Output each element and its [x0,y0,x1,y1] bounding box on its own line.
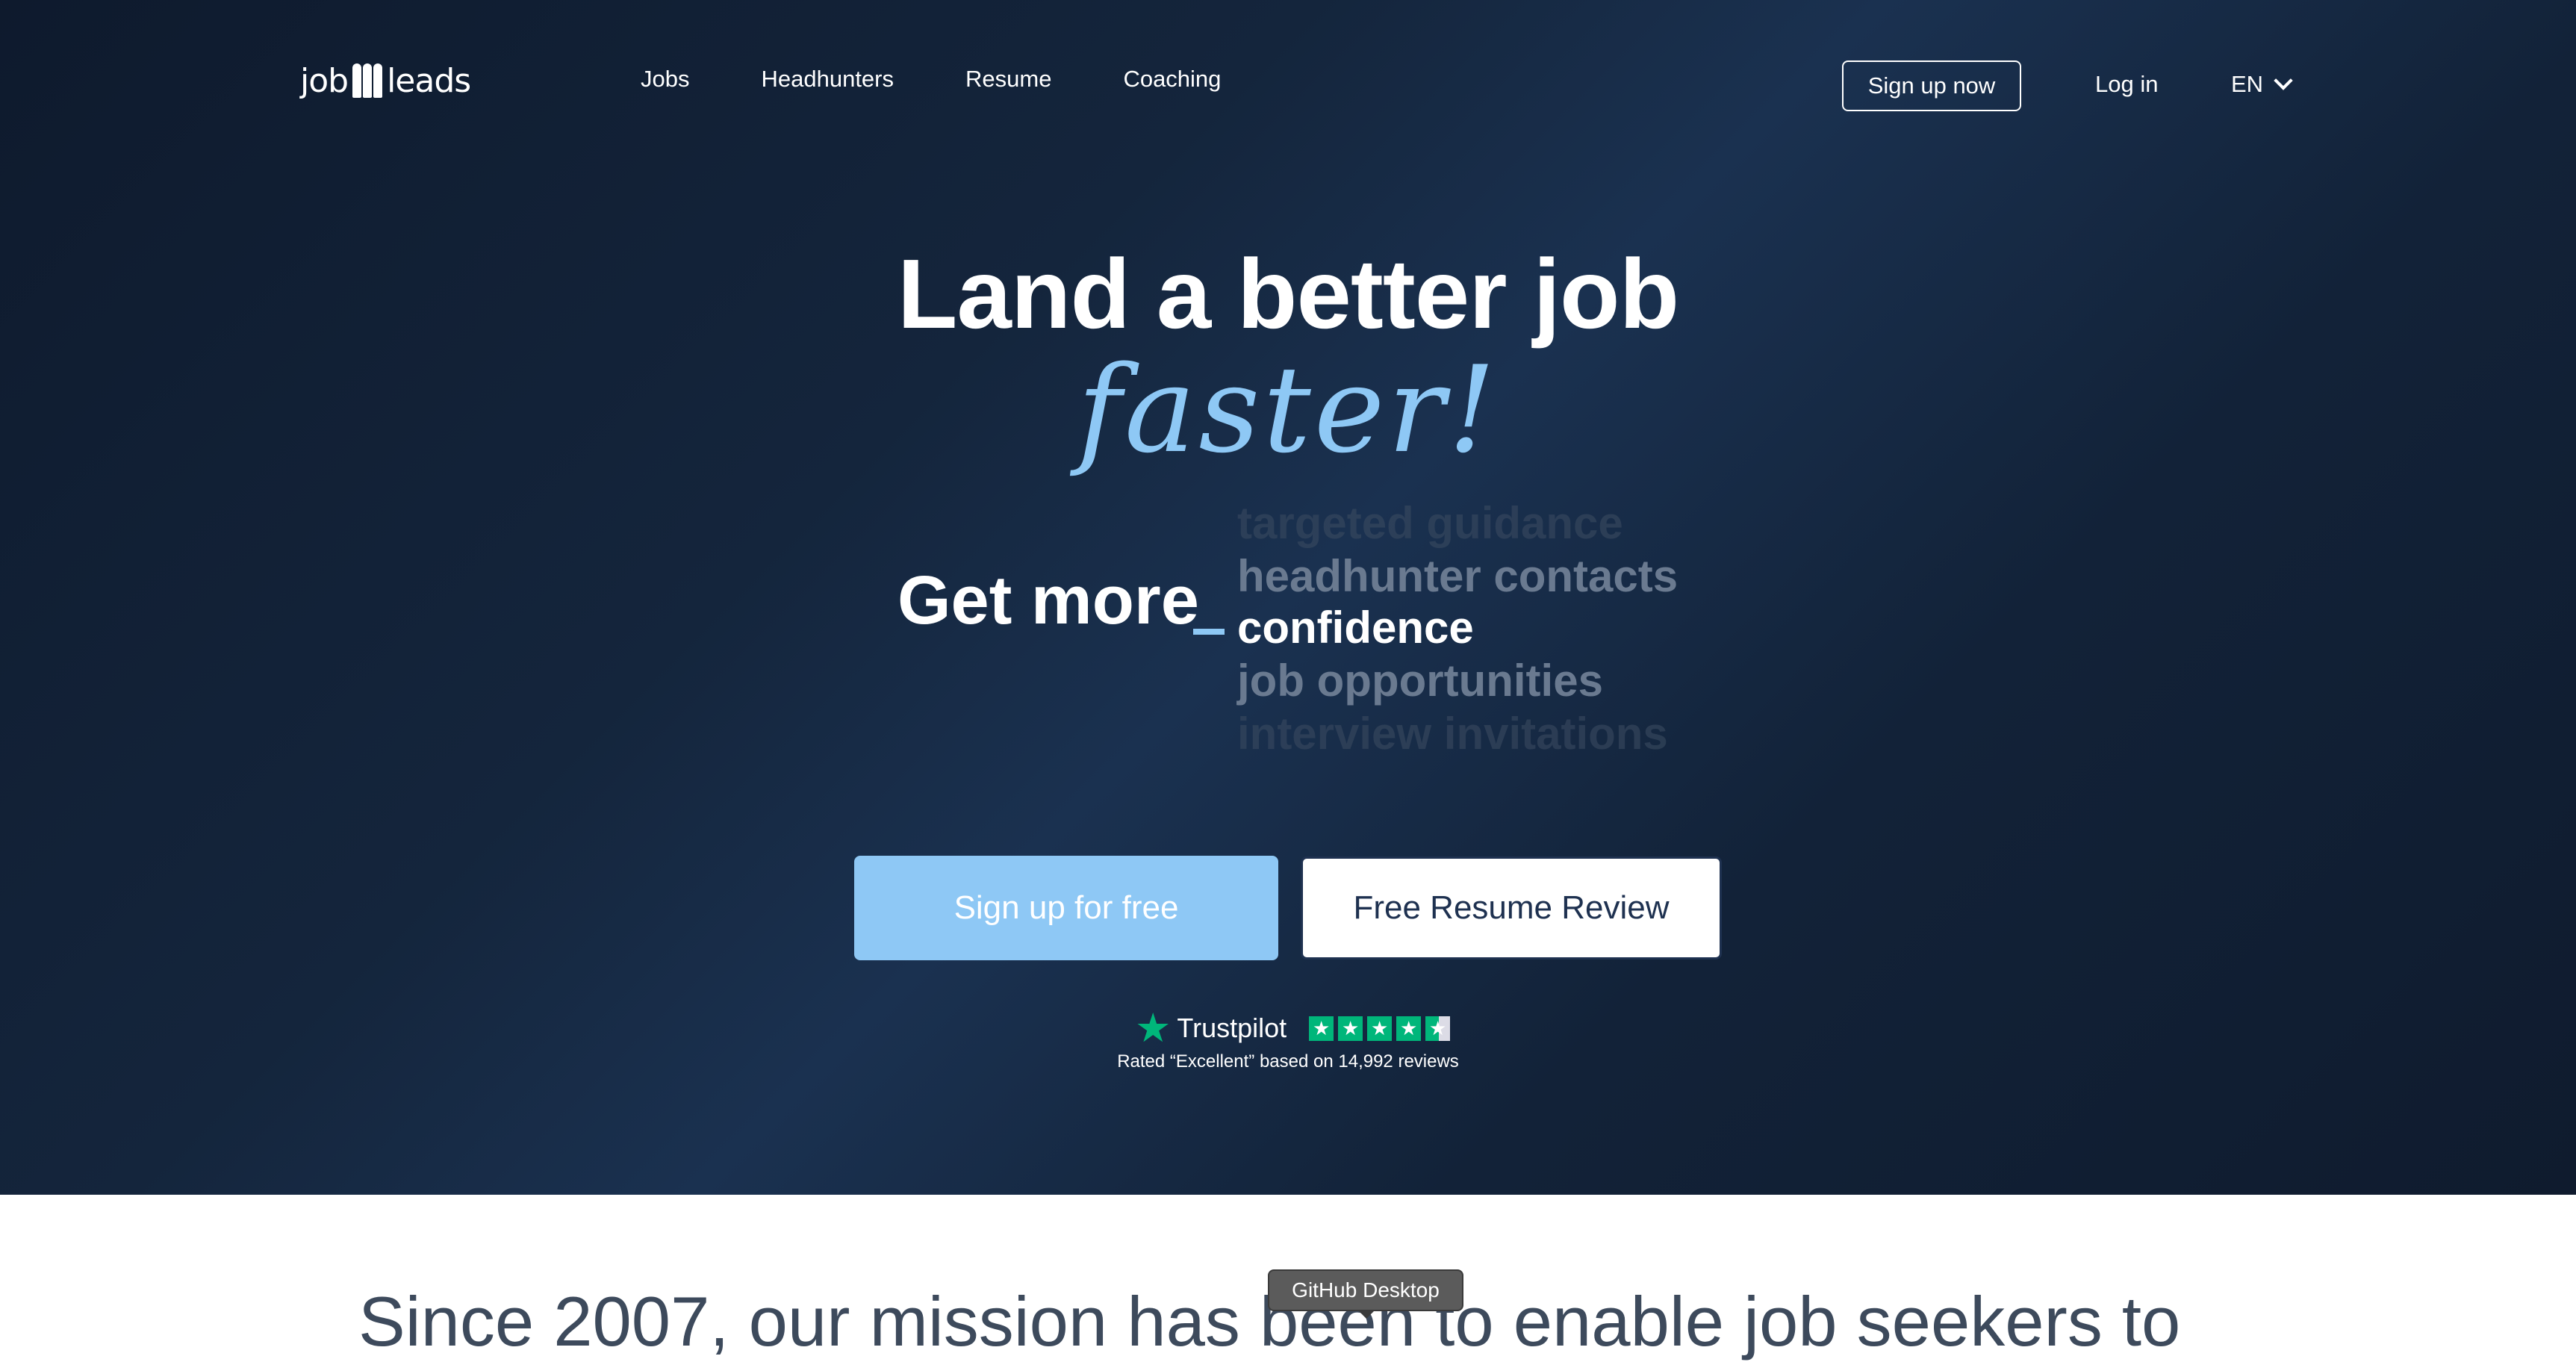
nav-resume[interactable]: Resume [965,66,1051,93]
language-selector[interactable]: EN [2231,71,2293,98]
star-icon: ★ [1309,1016,1334,1041]
rotating-word: job opportunities [1237,656,1603,706]
hero-accent: faster! [1077,340,1499,479]
chevron-down-icon [2274,71,2293,90]
half-star-icon: ★ [1425,1016,1451,1041]
rating-stars: ★ ★ ★ ★ ★ [1309,1016,1451,1041]
language-label: EN [2231,71,2264,97]
rotating-word: headhunter contacts [1237,551,1679,601]
dock-tooltip: GitHub Desktop [1268,1269,1463,1311]
typing-cursor [1193,629,1225,635]
trustpilot-star-icon: ★ [1135,1006,1172,1051]
hero-section: job leads Jobs Headhunters Resume Coachi… [0,0,2576,1195]
sign-up-free-button[interactable]: Sign up for free [854,856,1278,960]
main-nav: Jobs Headhunters Resume Coaching [641,66,1221,93]
rotating-word: targeted guidance [1237,498,1623,548]
trustpilot-brand: Trustpilot [1177,1013,1287,1043]
hero-headline: Land a better job [897,239,1679,349]
nav-coaching[interactable]: Coaching [1123,66,1221,93]
people-icon [352,63,383,98]
star-icon: ★ [1367,1016,1393,1041]
get-more-label: Get more [897,562,1199,638]
trustpilot-rating-text: Rated “Excellent” based on 14,992 review… [1117,1051,1459,1072]
sign-up-now-button[interactable]: Sign up now [1842,60,2021,111]
star-icon: ★ [1338,1016,1363,1041]
log-in-link[interactable]: Log in [2095,71,2158,98]
free-resume-review-button[interactable]: Free Resume Review [1301,856,1722,960]
trustpilot-widget[interactable]: ★ Trustpilot ★ ★ ★ ★ ★ [1135,1006,1451,1051]
nav-jobs[interactable]: Jobs [641,66,689,93]
jobleads-logo[interactable]: job leads [300,57,471,105]
logo-text-job: job [300,61,349,100]
rotating-word-active: confidence [1237,603,1474,653]
rotating-word: interview invitations [1237,709,1668,759]
star-icon: ★ [1396,1016,1422,1041]
logo-text-leads: leads [387,61,471,100]
tooltip-arrow [1357,1310,1375,1319]
nav-headhunters[interactable]: Headhunters [761,66,894,93]
